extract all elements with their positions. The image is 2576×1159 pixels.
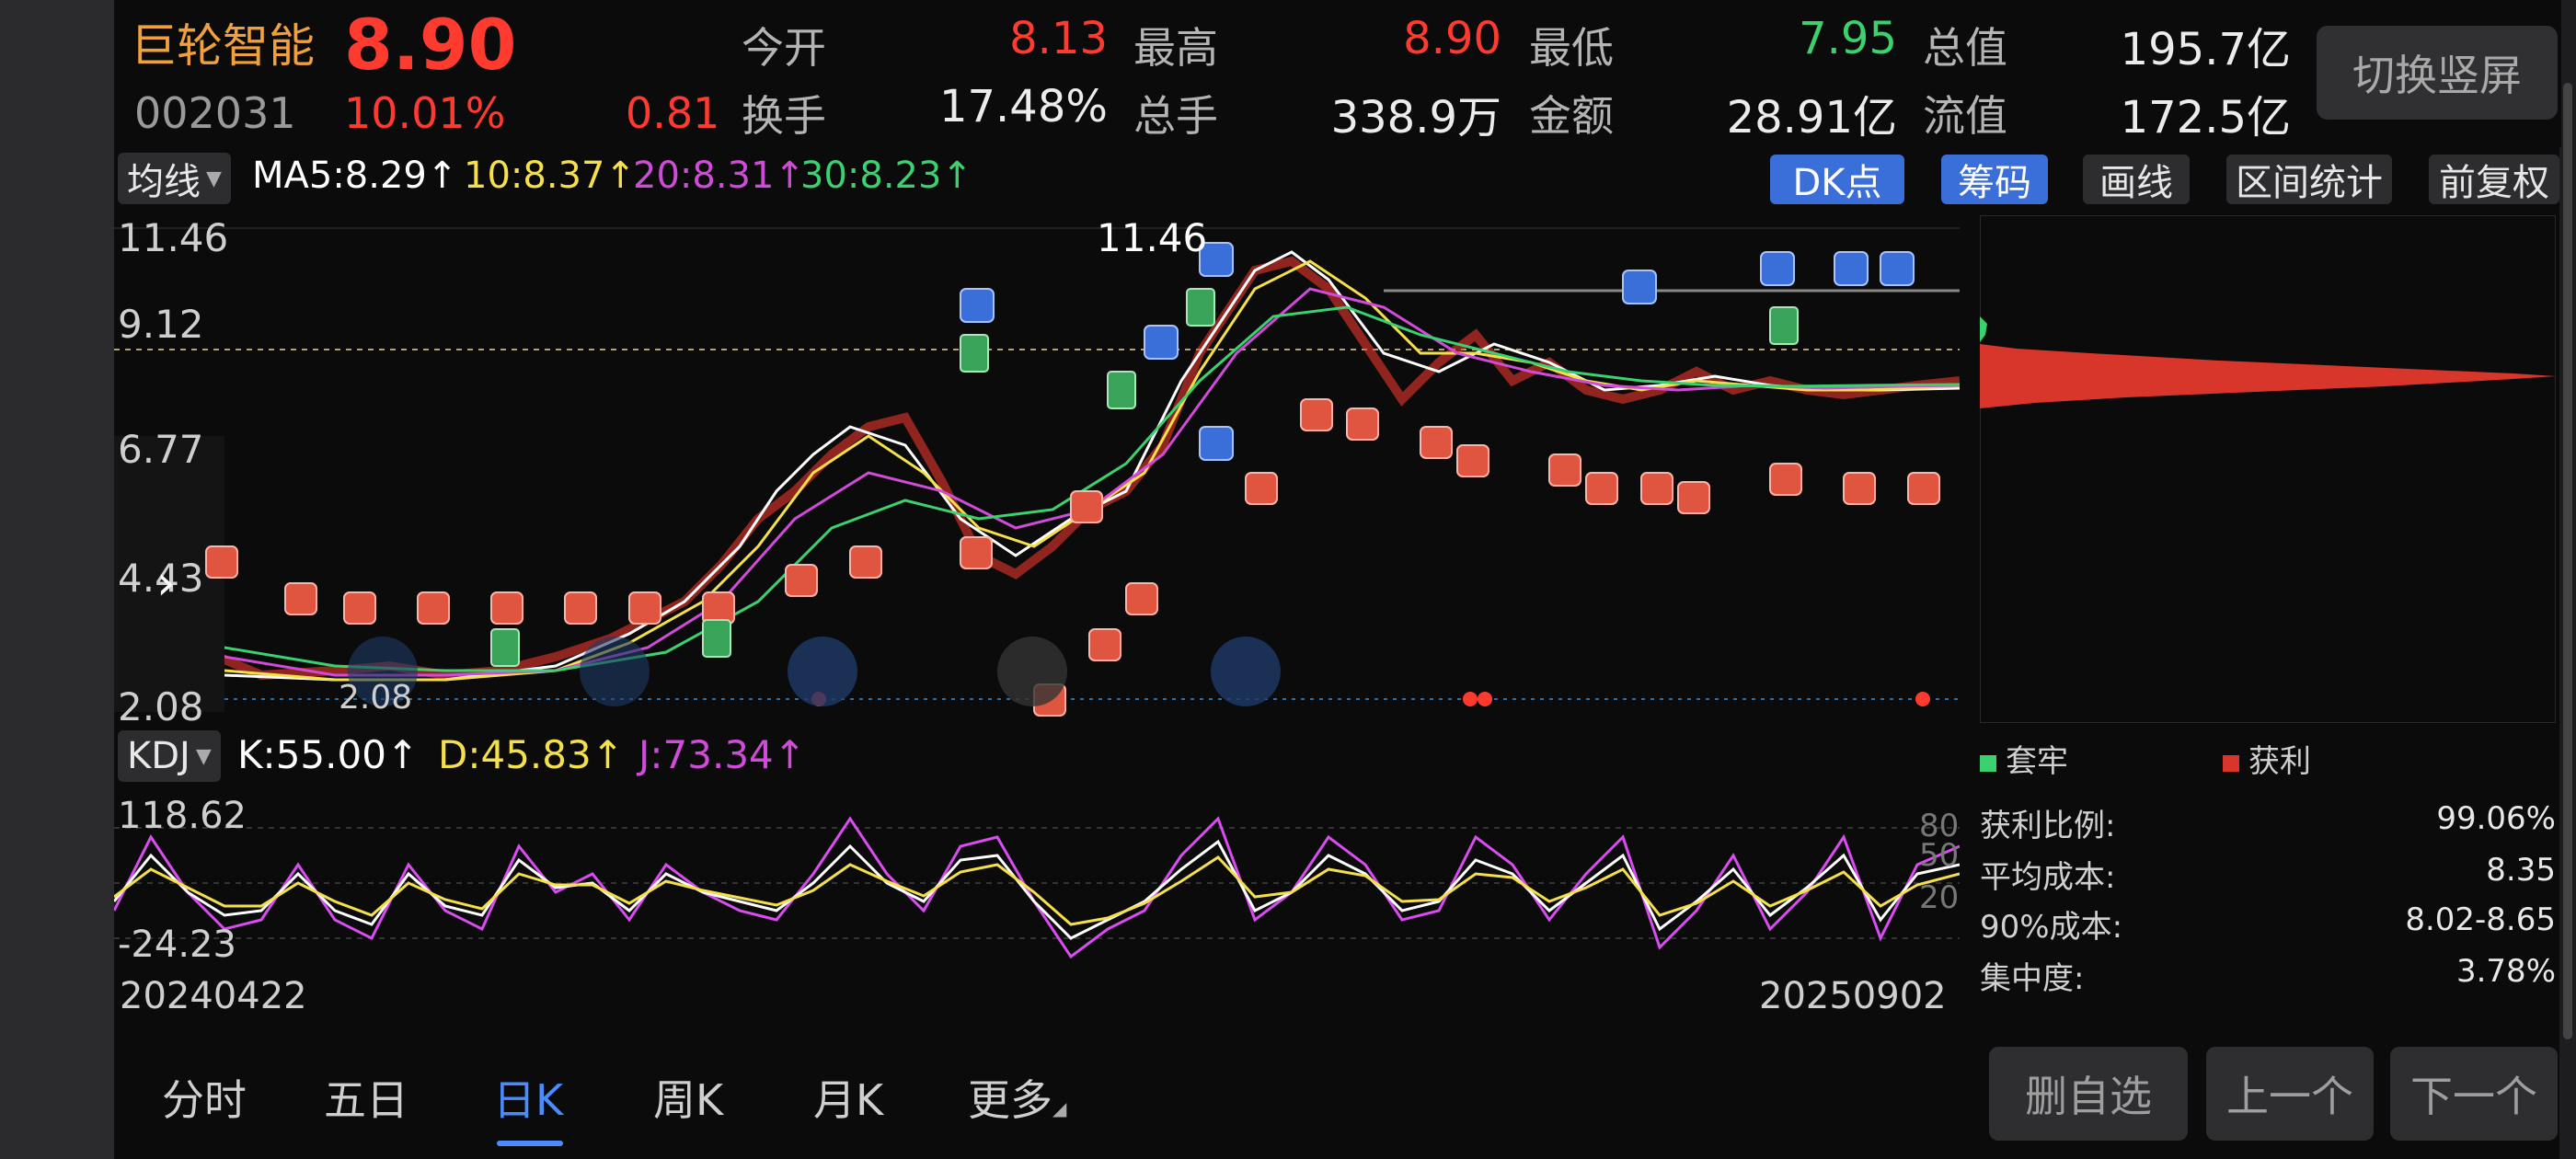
- stock-code: 002031: [134, 88, 296, 138]
- dk-point-button[interactable]: DK点: [1770, 155, 1904, 204]
- chip-profit-shape: [1980, 344, 2556, 408]
- stat-value-total-value: 195.7亿: [2120, 24, 2291, 75]
- kdj-y-bottom: -24.23: [118, 924, 236, 966]
- low-price-marker: 2.08: [339, 679, 413, 717]
- ma10-value: 10:8.37↑: [464, 155, 636, 197]
- stat-label-volume: 总手: [1133, 91, 1218, 141]
- tab-daily-k[interactable]: 日K: [493, 1067, 563, 1128]
- stat-value-open: 8.13: [1009, 13, 1108, 64]
- date-end: 20250902: [1759, 975, 1947, 1017]
- ma10-line: [114, 259, 1960, 682]
- chip-stat-label-profit-ratio: 获利比例:: [1980, 808, 2116, 844]
- ma20-value: 20:8.31↑: [633, 155, 805, 197]
- kdj-right-50: 50: [1919, 837, 1960, 874]
- ma30-value: 30:8.23↑: [800, 155, 972, 197]
- chip-legend-profit: 获利: [2223, 736, 2311, 781]
- stat-label-low: 最低: [1529, 23, 1614, 73]
- y-label-min: 2.08: [118, 684, 204, 729]
- kdj-y-top: 118.62: [118, 795, 247, 837]
- chip-stat-label-90-cost: 90%成本:: [1980, 909, 2123, 946]
- corner-triangle-icon: ◢: [1052, 1097, 1067, 1119]
- stat-value-volume: 338.9万: [1330, 92, 1501, 143]
- chip-legend-profit-label: 获利: [2248, 743, 2311, 780]
- kdj-j-value: J:73.34↑: [638, 732, 806, 777]
- date-start: 20240422: [120, 975, 307, 1017]
- previous-button[interactable]: 上一个: [2206, 1047, 2374, 1141]
- stat-label-float-value: 流值: [1923, 91, 2007, 141]
- chip-stat-value-concentration: 3.78%: [2455, 953, 2556, 990]
- high-price-marker: 11.46: [1097, 215, 1208, 260]
- tab-more-label: 更多: [968, 1075, 1052, 1125]
- stock-name: 巨轮智能: [131, 19, 315, 73]
- stat-value-amount: 28.91亿: [1726, 92, 1897, 143]
- stat-label-open: 今开: [742, 23, 826, 73]
- chip-legend-trapped-label: 套牢: [2006, 743, 2068, 780]
- kdj-indicator-label: KDJ: [127, 735, 190, 777]
- chips-button[interactable]: 筹码: [1941, 155, 2048, 204]
- tab-weekly-k[interactable]: 周K: [653, 1067, 723, 1128]
- chevron-down-icon: ▼: [206, 166, 222, 190]
- tab-intraday[interactable]: 分时: [162, 1067, 247, 1128]
- last-price: 8.90: [344, 4, 517, 86]
- chip-stat-value-avg-cost: 8.35: [2486, 852, 2556, 889]
- tab-more[interactable]: 更多◢: [968, 1067, 1066, 1128]
- chevron-down-icon: ▼: [195, 744, 212, 768]
- left-edge-bar: [0, 0, 114, 1159]
- legend-square-profit: [2223, 755, 2239, 772]
- kdj-d-value: D:45.83↑: [438, 732, 624, 777]
- stat-value-high: 8.90: [1403, 13, 1501, 64]
- stat-value-turnover: 17.48%: [938, 81, 1108, 132]
- stat-label-turnover: 换手: [742, 91, 826, 141]
- chip-stat-label-avg-cost: 平均成本:: [1980, 859, 2116, 896]
- y-label-2: 9.12: [118, 302, 204, 347]
- kdj-right-20: 20: [1919, 879, 1960, 916]
- kdj-chart[interactable]: [114, 782, 1960, 966]
- stat-value-float-value: 172.5亿: [2120, 92, 2291, 143]
- y-label-3: 6.77: [118, 427, 204, 472]
- stat-label-amount: 金额: [1529, 91, 1614, 141]
- forward-adjust-button[interactable]: 前复权: [2429, 155, 2559, 204]
- stat-value-low: 7.95: [1799, 13, 1897, 64]
- ma5-line: [114, 250, 1960, 682]
- scrollbar[interactable]: [2563, 83, 2572, 1039]
- switch-portrait-button[interactable]: 切换竖屏: [2317, 26, 2558, 120]
- kline-candles: [114, 256, 1960, 681]
- tab-five-day[interactable]: 五日: [324, 1067, 408, 1128]
- chip-stat-value-90-cost: 8.02-8.65: [2405, 901, 2556, 938]
- legend-square-trapped: [1980, 755, 1996, 772]
- stat-label-total-value: 总值: [1923, 23, 2007, 73]
- y-label-max: 11.46: [118, 215, 229, 260]
- next-button[interactable]: 下一个: [2390, 1047, 2558, 1141]
- kline-chart[interactable]: [114, 215, 1960, 727]
- chip-distribution-chart: [1980, 215, 2556, 723]
- change-percent: 10.01%: [344, 88, 506, 138]
- change-amount: 0.81: [626, 88, 720, 138]
- chevron-right-icon[interactable]: ›: [156, 556, 176, 611]
- ma-indicator-select[interactable]: 均线 ▼: [118, 153, 231, 204]
- signal-markers: [205, 242, 1940, 717]
- chip-stat-label-concentration: 集中度:: [1980, 960, 2085, 997]
- ma-indicator-label: 均线: [127, 161, 201, 203]
- kdj-d-line: [114, 855, 1960, 926]
- draw-line-button[interactable]: 画线: [2083, 155, 2190, 204]
- active-tab-underline: [497, 1141, 563, 1146]
- stat-label-high: 最高: [1133, 23, 1218, 73]
- chip-trapped-shape: [1980, 316, 1987, 342]
- dk-point-label: DK点: [1792, 162, 1882, 204]
- ma5-value: MA5:8.29↑: [252, 155, 458, 197]
- remove-watchlist-button[interactable]: 删自选: [1989, 1047, 2188, 1141]
- kdj-k-value: K:55.00↑: [237, 732, 420, 777]
- kdj-j-line: [114, 816, 1960, 959]
- kdj-indicator-select[interactable]: KDJ ▼: [118, 730, 221, 782]
- chip-stat-value-profit-ratio: 99.06%: [2436, 800, 2556, 837]
- range-stats-button[interactable]: 区间统计: [2226, 155, 2392, 204]
- chip-legend-trapped: 套牢: [1980, 736, 2068, 781]
- tab-monthly-k[interactable]: 月K: [813, 1067, 883, 1128]
